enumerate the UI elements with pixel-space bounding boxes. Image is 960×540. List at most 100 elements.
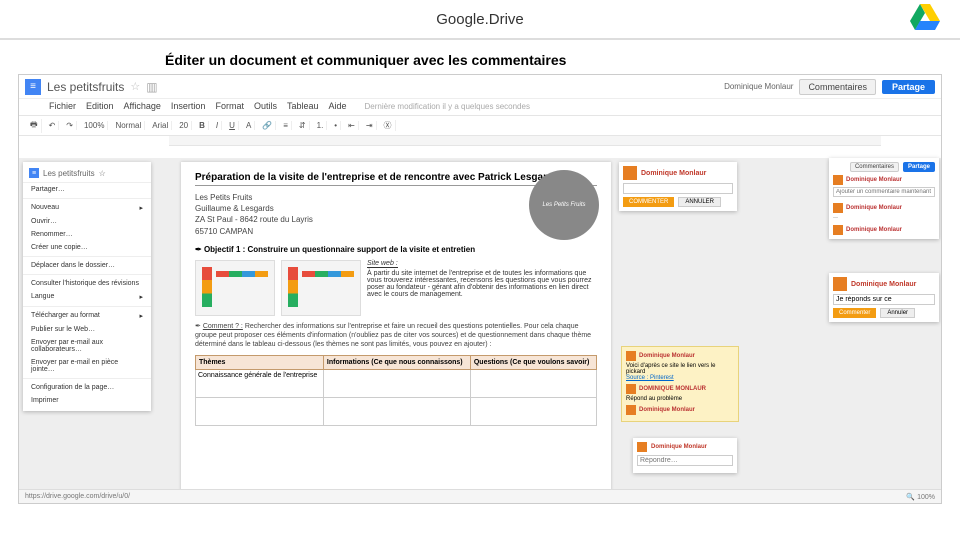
fm-publier[interactable]: Publier sur le Web… xyxy=(23,323,151,336)
toolbar: 🖶 ↶ ↷ 100% Normal Arial 20 B I U A 🔗 ≡ ⇵… xyxy=(19,116,941,136)
fm-langue[interactable]: Langue▸ xyxy=(23,290,151,304)
tb-linespacing-icon[interactable]: ⇵ xyxy=(296,121,310,130)
tb-indent-icon[interactable]: ⇤ xyxy=(345,121,359,130)
tb-zoom[interactable]: 100% xyxy=(81,121,108,130)
menu-edition[interactable]: Edition xyxy=(86,101,114,111)
reply-submit-button[interactable]: Commenter xyxy=(833,308,876,318)
menu-bar: Fichier Edition Affichage Insertion Form… xyxy=(19,99,941,116)
tb-list-icon[interactable]: 1. xyxy=(314,121,328,130)
panel-author-2: Dominique Monlaur xyxy=(846,205,902,211)
comments-panel: Commentaires Partage Dominique Monlaur D… xyxy=(829,158,939,239)
table-row xyxy=(196,398,597,426)
comment-cancel-button[interactable]: ANNULER xyxy=(678,197,721,207)
document-page[interactable]: Les Petits Fruits Préparation de la visi… xyxy=(181,162,611,504)
avatar xyxy=(626,384,636,394)
menu-tableau[interactable]: Tableau xyxy=(287,101,319,111)
reply-author: Dominique Monlaur xyxy=(851,281,916,288)
table: Thèmes Informations (Ce que nous connais… xyxy=(195,355,597,426)
slide-header: Google.Drive xyxy=(0,0,960,40)
fm-page-setup[interactable]: Configuration de la page… xyxy=(23,381,151,394)
share-button[interactable]: Partage xyxy=(882,80,935,94)
fm-deplacer[interactable]: Déplacer dans le dossier… xyxy=(23,259,151,272)
tb-align-icon[interactable]: ≡ xyxy=(280,121,292,130)
fm-imprimer[interactable]: Imprimer xyxy=(23,394,151,407)
fm-email-pj[interactable]: Envoyer par e-mail en pièce jointe… xyxy=(23,356,151,376)
small-reply-author: Dominique Monlaur xyxy=(651,444,707,450)
tb-italic[interactable]: I xyxy=(213,121,222,130)
docs-titlebar: ≡ Les petitsfruits ☆ ▥ Dominique Monlaur… xyxy=(19,75,941,99)
tb-outdent-icon[interactable]: ⇥ xyxy=(363,121,377,130)
fm-renommer[interactable]: Renommer… xyxy=(23,228,151,241)
status-url: https://drive.google.com/drive/u/0/ xyxy=(25,493,130,500)
tb-fontsize[interactable]: 20 xyxy=(176,121,192,130)
ruler xyxy=(169,136,881,146)
docs-mini-icon: ≡ xyxy=(29,168,39,178)
tb-bold[interactable]: B xyxy=(196,121,209,130)
avatar xyxy=(626,405,636,415)
comment-thread-yellow[interactable]: Dominique Monlaur Voici d'après ce site … xyxy=(621,346,739,422)
menu-insertion[interactable]: Insertion xyxy=(171,101,206,111)
fm-telecharger[interactable]: Télécharger au format▸ xyxy=(23,309,151,323)
fm-partager[interactable]: Partager… xyxy=(23,183,151,196)
avatar xyxy=(623,166,637,180)
avatar xyxy=(626,351,636,361)
comment-author: Dominique Monlaur xyxy=(641,170,706,177)
tb-redo-icon[interactable]: ↷ xyxy=(63,121,77,130)
site-thumb-1 xyxy=(195,260,275,316)
star-icon[interactable]: ☆ xyxy=(130,80,140,93)
panel-author-3: Dominique Monlaur xyxy=(846,227,902,233)
avatar xyxy=(833,203,843,213)
table-row: Connaissance générale de l'entreprise xyxy=(196,370,597,398)
menu-format[interactable]: Format xyxy=(215,101,244,111)
tb-undo-icon[interactable]: ↶ xyxy=(46,121,60,130)
tb-clear-icon[interactable]: Ⓧ xyxy=(381,120,396,131)
note-link[interactable]: Source : Pinterest xyxy=(626,375,734,381)
tb-link-icon[interactable]: 🔗 xyxy=(259,121,276,130)
tb-print-icon[interactable]: 🖶 xyxy=(27,119,42,133)
note-author-3: Dominique Monlaur xyxy=(639,407,695,413)
avatar xyxy=(833,225,843,235)
fm-nouveau[interactable]: Nouveau▸ xyxy=(23,201,151,215)
menu-outils[interactable]: Outils xyxy=(254,101,277,111)
siteweb-text: Site web : À partir du site internet de … xyxy=(367,260,597,316)
tb-bullet-icon[interactable]: • xyxy=(331,121,341,130)
status-zoom: 🔍 100% xyxy=(906,493,935,501)
menu-affichage[interactable]: Affichage xyxy=(124,101,161,111)
comment-add-card: Dominique Monlaur COMMENTER ANNULER xyxy=(619,162,737,211)
google-drive-logo xyxy=(910,4,940,34)
panel-comment-input[interactable] xyxy=(833,187,935,197)
folder-icon[interactable]: ▥ xyxy=(146,80,157,94)
tb-font[interactable]: Arial xyxy=(149,121,172,130)
comment-submit-button[interactable]: COMMENTER xyxy=(623,197,674,207)
comment-input[interactable] xyxy=(623,183,733,194)
fm-email-collab[interactable]: Envoyer par e-mail aux collaborateurs… xyxy=(23,336,151,356)
note-text-1: Voici d'après ce site le lien vers le pi… xyxy=(626,363,734,375)
fm-ouvrir[interactable]: Ouvrir… xyxy=(23,215,151,228)
fm-copie[interactable]: Créer une copie… xyxy=(23,241,151,254)
panel-share-button[interactable]: Partage xyxy=(903,162,935,172)
instructions: ✒ Comment ? : Rechercher des information… xyxy=(195,322,597,349)
panel-comments-button[interactable]: Commentaires xyxy=(850,162,899,172)
document-title[interactable]: Les petitsfruits xyxy=(47,80,124,94)
site-thumb-2 xyxy=(281,260,361,316)
tb-underline[interactable]: U xyxy=(226,121,239,130)
th-questions: Questions (Ce que voulons savoir) xyxy=(470,356,596,370)
file-menu-title: Les petitsfruits xyxy=(43,169,95,178)
note-text-2: Répond au problème xyxy=(626,396,734,402)
user-name: Dominique Monlaur xyxy=(724,82,793,91)
menu-fichier[interactable]: Fichier xyxy=(49,101,76,111)
status-bar: https://drive.google.com/drive/u/0/ 🔍 10… xyxy=(19,489,941,503)
menu-aide[interactable]: Aide xyxy=(329,101,347,111)
fm-historique[interactable]: Consulter l'historique des révisions xyxy=(23,277,151,290)
tb-textcolor[interactable]: A xyxy=(243,121,255,130)
tb-style[interactable]: Normal xyxy=(112,121,145,130)
reply-cancel-button[interactable]: Annuler xyxy=(880,308,915,318)
avatar xyxy=(637,442,647,452)
small-reply-input[interactable] xyxy=(637,455,733,466)
file-menu-popup: ≡Les petitsfruits☆ Partager… Nouveau▸ Ou… xyxy=(23,162,151,411)
note-author-1: Dominique Monlaur xyxy=(639,353,695,359)
comments-button[interactable]: Commentaires xyxy=(799,79,876,95)
comment-small-reply: Dominique Monlaur xyxy=(633,438,737,473)
company-logo: Les Petits Fruits xyxy=(529,170,599,240)
reply-input[interactable] xyxy=(833,294,935,305)
